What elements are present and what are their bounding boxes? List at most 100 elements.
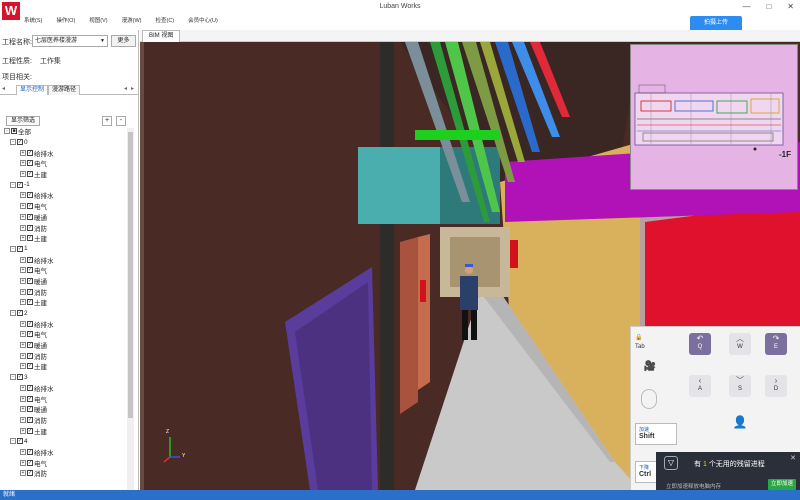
w-key[interactable]: ︿ W [729,333,751,355]
tree-checkbox[interactable]: ✓ [27,363,33,370]
close-icon[interactable]: ✕ [790,454,796,462]
tree-node[interactable]: + ✓ 电气 [4,265,126,276]
tree-node[interactable]: + ✓ 暖通 [4,276,126,287]
tree-node[interactable]: + ✓ 给排水 [4,447,126,458]
tree-checkbox[interactable]: ✓ [17,181,23,188]
menu-view[interactable]: 视图(V) [89,16,107,24]
tree-checkbox[interactable]: ✓ [27,459,33,466]
expand-icon[interactable]: + [20,203,26,210]
expand-icon[interactable]: + [20,277,26,284]
expand-icon[interactable]: + [20,363,26,370]
tree-checkbox[interactable]: ✓ [27,331,33,338]
tree-checkbox[interactable]: ✓ [27,160,33,167]
collapse-icon[interactable]: - [10,310,16,317]
tree-checkbox[interactable]: ✓ [17,139,23,146]
chevron-left-icon[interactable]: ◂ [2,85,5,92]
tree-node[interactable]: - ✓ 0 [4,137,126,148]
tree-checkbox[interactable]: ✓ [27,213,33,220]
tree-checkbox[interactable]: ✓ [27,395,33,402]
tree-scrollbar[interactable] [127,128,134,490]
tree-checkbox[interactable]: ✓ [27,448,33,455]
tree-node[interactable]: + ✓ 消防 [4,286,126,297]
d-key[interactable]: › D [765,375,787,397]
tree-node[interactable]: + ✓ 消防 [4,468,126,479]
tree-checkbox[interactable]: ✓ [27,171,33,178]
expand-icon[interactable]: + [20,171,26,178]
menu-system[interactable]: 系统(S) [24,16,42,24]
tree-node[interactable]: + ✓ 消防 [4,350,126,361]
tree-checkbox[interactable]: ✓ [27,416,33,423]
tree-node[interactable]: + ✓ 给排水 [4,318,126,329]
tree-node[interactable]: + ✓ 电气 [4,457,126,468]
expand-icon[interactable]: + [20,331,26,338]
tree-node[interactable]: + ✓ 给排水 [4,254,126,265]
tree-checkbox[interactable]: ✓ [27,470,33,477]
chevron-right-icon[interactable]: ▸ [131,85,134,92]
expand-icon[interactable]: + [20,459,26,466]
tree-node[interactable]: + ✓ 暖通 [4,404,126,415]
expand-icon[interactable]: + [20,235,26,242]
expand-icon[interactable]: + [20,224,26,231]
mouse-icon[interactable] [641,389,657,409]
tree-node[interactable]: + ✓ 土建 [4,425,126,436]
q-key[interactable]: ↶ Q [689,333,711,355]
tree-checkbox[interactable]: ✓ [17,438,23,445]
tree-node[interactable]: + ✓ 电气 [4,158,126,169]
tab-display-control[interactable]: 显示控制 [16,85,49,95]
collapse-icon[interactable]: - [10,139,16,146]
expand-icon[interactable]: + [20,160,26,167]
tree-node[interactable]: + ✓ 消防 [4,415,126,426]
expand-icon[interactable]: + [20,352,26,359]
menu-check[interactable]: 检查(C) [156,16,175,24]
tree-node[interactable]: + ✓ 土建 [4,361,126,372]
menu-member[interactable]: 会员中心(U) [188,16,218,24]
collapse-icon[interactable]: - [10,374,16,381]
add-button[interactable]: + [102,116,112,126]
tree-node[interactable]: - ✓ 1 [4,244,126,255]
shift-key[interactable]: 加速 Shift [635,423,677,445]
tree-node[interactable]: + ✓ 电气 [4,329,126,340]
more-button[interactable]: 更多 [111,35,136,47]
tree-checkbox[interactable]: ✓ [27,342,33,349]
collapse-button[interactable]: - [116,116,126,126]
tree-node[interactable]: - ■ 全部 [4,126,126,137]
tree-node[interactable]: + ✓ 土建 [4,169,126,180]
tab-key[interactable]: 🔒 Tab [635,333,665,355]
tree-checkbox[interactable]: ✓ [17,374,23,381]
tree-node[interactable]: - ✓ 2 [4,308,126,319]
collapse-icon[interactable]: - [10,438,16,445]
expand-icon[interactable]: + [20,149,26,156]
tree-checkbox[interactable]: ✓ [27,224,33,231]
tree-checkbox[interactable]: ✓ [27,384,33,391]
tree-node[interactable]: + ✓ 暖通 [4,212,126,223]
tree-checkbox[interactable]: ✓ [27,320,33,327]
expand-icon[interactable]: + [20,395,26,402]
tree-checkbox[interactable]: ✓ [27,149,33,156]
tree-node[interactable]: - ✓ 4 [4,436,126,447]
tree-checkbox[interactable]: ✓ [27,288,33,295]
expand-icon[interactable]: + [20,342,26,349]
tree-node[interactable]: + ✓ 电气 [4,201,126,212]
menu-operation[interactable]: 操作(O) [56,16,75,24]
accelerate-button[interactable]: 立即加速 [768,479,796,490]
tree-checkbox[interactable]: ✓ [27,235,33,242]
e-key[interactable]: ↷ E [765,333,787,355]
tree-node[interactable]: + ✓ 给排水 [4,147,126,158]
tree-checkbox[interactable]: ✓ [27,427,33,434]
tree-checkbox[interactable]: ✓ [27,192,33,199]
menu-roam[interactable]: 漫游(W) [122,16,142,24]
tree-checkbox[interactable]: ✓ [27,256,33,263]
tab-bim-view[interactable]: BIM 视图 [142,30,181,42]
tree-checkbox[interactable]: ✓ [27,299,33,306]
upload-button[interactable]: 拍摄上传 [690,16,742,31]
expand-icon[interactable]: + [20,213,26,220]
tree-node[interactable]: + ✓ 给排水 [4,190,126,201]
tree-checkbox[interactable]: ■ [11,128,17,135]
tree-checkbox[interactable]: ✓ [27,352,33,359]
expand-icon[interactable]: + [20,256,26,263]
tree-node[interactable]: - ✓ 3 [4,372,126,383]
tree-node[interactable]: - ✓ -1 [4,179,126,190]
person-icon[interactable]: 👤 [729,415,751,437]
expand-icon[interactable]: + [20,416,26,423]
camera-icon[interactable]: 🎥 [639,361,661,383]
